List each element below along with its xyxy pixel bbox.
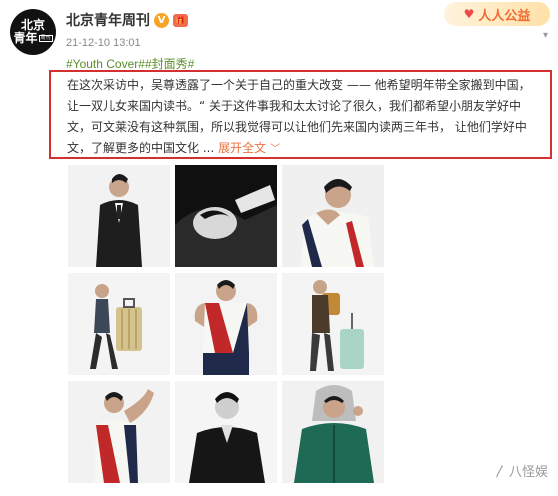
avatar-line-2: 青年 — [13, 31, 38, 45]
photo-thumbnail[interactable] — [282, 381, 384, 483]
gift-icon: 🎁 — [173, 13, 188, 27]
charity-promo-button[interactable]: ♥ 人人公益 — [444, 2, 550, 26]
post-timestamp[interactable]: 21-12-10 13:01 — [66, 37, 141, 49]
heart-icon: ♥ — [463, 7, 475, 21]
expand-full-text-link[interactable]: 展开全文 — [218, 141, 266, 155]
photo-grid — [68, 165, 384, 495]
photo-thumbnail[interactable] — [68, 381, 170, 483]
account-name[interactable]: 北京青年周刊 — [66, 10, 150, 30]
avatar[interactable]: 北京 青年 周刊 — [10, 9, 56, 55]
photo-thumbnail[interactable] — [175, 165, 277, 267]
watermark: 〳 八怪娱 — [494, 461, 548, 480]
photo-thumbnail[interactable] — [175, 273, 277, 375]
avatar-mini: 周刊 — [38, 34, 53, 42]
wave-icon: 〳 — [493, 465, 507, 480]
photo-thumbnail[interactable] — [282, 165, 384, 267]
photo-thumbnail[interactable] — [68, 165, 170, 267]
promo-label: 人人公益 — [478, 8, 531, 24]
chevron-down-icon[interactable]: ﹀ — [270, 144, 280, 155]
watermark-text: 八怪娱 — [508, 465, 548, 480]
photo-thumbnail[interactable] — [68, 273, 170, 375]
photo-thumbnail[interactable] — [175, 381, 277, 483]
post-menu-chevron-icon[interactable]: ▾ — [543, 30, 548, 41]
verified-icon: V — [154, 12, 169, 28]
photo-thumbnail[interactable] — [282, 273, 384, 375]
account-header: 北京青年周刊 V 🎁 — [66, 10, 188, 30]
highlighted-post-text: 在这次采访中，吴尊透露了一个关于自己的重大改变 —— 他希望明年带全家搬到中国，… — [49, 70, 552, 159]
post-body-text: 在这次采访中，吴尊透露了一个关于自己的重大改变 —— 他希望明年带全家搬到中国，… — [67, 78, 531, 155]
